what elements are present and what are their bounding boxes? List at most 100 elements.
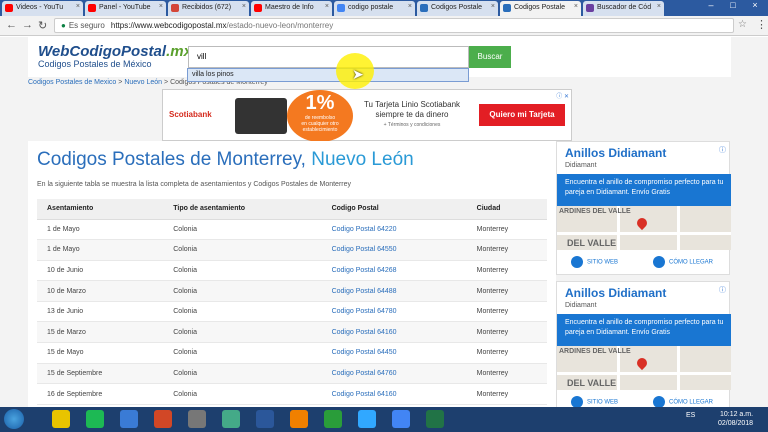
tab-favicon-icon: [586, 4, 594, 12]
browser-tab[interactable]: Codigos Postale ×: [500, 1, 581, 16]
table-row: 10 de Marzo Colonia Codigo Postal 64488 Mon…: [37, 280, 547, 302]
browser-tab[interactable]: Buscador de Cód ×: [583, 1, 664, 16]
globe-icon: [571, 396, 583, 407]
address-bar[interactable]: ● Es seguro https://www.webcodigopostal.mx…: [54, 18, 734, 33]
search-button[interactable]: Buscar: [469, 46, 511, 68]
postal-code-link[interactable]: Codigo Postal 64780: [321, 301, 467, 323]
browser-tab[interactable]: Videos - YouTu ×: [2, 1, 83, 16]
postal-code-link[interactable]: Codigo Postal 64268: [321, 260, 467, 282]
table-header[interactable]: Tipo de asentamiento: [163, 199, 322, 220]
table-cell: 10 de Junio: [37, 260, 164, 282]
table-cell: Colonia: [163, 301, 322, 323]
photoshop-icon[interactable]: [358, 410, 376, 428]
ad-title[interactable]: Anillos Didiamant: [565, 146, 666, 160]
website-button[interactable]: SITIO WEB: [571, 396, 618, 407]
browser-tab[interactable]: Panel - YouTube ×: [85, 1, 166, 16]
table-row: 15 de Mayo Colonia Codigo Postal 64450 Mont…: [37, 342, 547, 364]
menu-icon[interactable]: ⋮: [756, 18, 767, 31]
spotify-icon[interactable]: [86, 410, 104, 428]
tab-label: Panel - YouTube: [99, 4, 151, 11]
language-indicator[interactable]: ES: [686, 412, 695, 419]
clock[interactable]: 10:12 a.m. 02/08/2018: [718, 410, 753, 428]
postal-code-link[interactable]: Codigo Postal 64160: [321, 321, 467, 344]
table-row: 1 de Mayo Colonia Codigo Postal 64550 Monte…: [37, 239, 547, 261]
tab-close-icon[interactable]: ×: [76, 3, 80, 10]
directions-button[interactable]: CÓMO LLEGAR: [653, 256, 713, 268]
reload-icon[interactable]: ↻: [38, 19, 47, 32]
table-cell: Colonia: [163, 383, 322, 405]
postal-codes-table: Asentamiento Tipo de asentamiento Codigo P…: [37, 199, 547, 405]
powerpoint-icon[interactable]: [154, 410, 172, 428]
back-icon[interactable]: ←: [6, 19, 17, 31]
browser-tab[interactable]: Maestro de Info ×: [251, 1, 332, 16]
excel-icon[interactable]: [426, 410, 444, 428]
sidebar-ad[interactable]: Anillos Didiamant Didiamant ⓘ Encuentra el …: [556, 141, 731, 275]
taskbar: ES 10:12 a.m. 02/08/2018: [0, 407, 768, 432]
tab-favicon-icon: [503, 4, 511, 12]
banner-ad[interactable]: Scotiabank 1% de reembolso en cualquier …: [162, 89, 572, 142]
page-title: Codigos Postales de Monterrey, Nuevo Leó…: [37, 149, 414, 170]
map-pin-icon: [634, 355, 650, 371]
tab-close-icon[interactable]: ×: [242, 3, 246, 10]
tab-close-icon[interactable]: ×: [574, 3, 578, 10]
ad-close-icon[interactable]: ⓘ ✕: [556, 91, 569, 100]
browser-tab[interactable]: codigo postale ×: [334, 1, 415, 16]
word-icon[interactable]: [256, 410, 274, 428]
map-thumbnail[interactable]: ARDINES DEL VALLE DEL VALLE: [557, 206, 731, 250]
browser-tab[interactable]: Recibidos (672) ×: [168, 1, 249, 16]
breadcrumb-item-nuevo-leon[interactable]: Nuevo León: [124, 79, 162, 86]
table-cell: 1 de Mayo: [37, 239, 164, 261]
table-row: 15 de Marzo Colonia Codigo Postal 64160 Mon…: [37, 321, 547, 344]
app2-icon[interactable]: [222, 410, 240, 428]
table-cell: Colonia: [163, 321, 322, 344]
ad-body[interactable]: Encuentra el anillo de compromiso perfec…: [557, 314, 731, 346]
forward-icon[interactable]: →: [22, 19, 33, 31]
maximize-icon[interactable]: □: [722, 0, 744, 10]
tab-favicon-icon: [88, 4, 96, 12]
table-cell: Monterrey: [466, 301, 547, 323]
tab-close-icon[interactable]: ×: [159, 3, 163, 10]
search-input[interactable]: vill: [188, 46, 469, 68]
tab-close-icon[interactable]: ×: [408, 3, 412, 10]
search-suggestion[interactable]: villa los pinos: [187, 68, 469, 82]
tab-close-icon[interactable]: ×: [325, 3, 329, 10]
minimize-icon[interactable]: –: [700, 0, 722, 10]
table-header[interactable]: Asentamiento: [37, 199, 164, 220]
sidebar-ad[interactable]: Anillos Didiamant Didiamant ⓘ Encuentra el …: [556, 281, 731, 407]
table-cell: 15 de Mayo: [37, 342, 164, 364]
vlc-icon[interactable]: [290, 410, 308, 428]
postal-code-link[interactable]: Codigo Postal 64220: [321, 219, 467, 241]
paint-icon[interactable]: [52, 410, 70, 428]
ad-info-icon[interactable]: ⓘ: [719, 145, 726, 155]
tab-close-icon[interactable]: ×: [657, 3, 661, 10]
start-button[interactable]: [4, 409, 24, 429]
app-icon[interactable]: [120, 410, 138, 428]
table-cell: Monterrey: [466, 383, 547, 405]
camtasia-icon[interactable]: [324, 410, 342, 428]
site-logo[interactable]: WebCodigoPostal.mx: [38, 43, 192, 60]
table-header[interactable]: Ciudad: [466, 199, 547, 220]
chrome-icon[interactable]: [392, 410, 410, 428]
tab-close-icon[interactable]: ×: [491, 3, 495, 10]
postal-code-link[interactable]: Codigo Postal 64160: [321, 383, 467, 405]
close-window-icon[interactable]: ×: [744, 0, 766, 10]
ad-info-icon[interactable]: ⓘ: [719, 285, 726, 295]
website-button[interactable]: SITIO WEB: [571, 256, 618, 268]
postal-code-link[interactable]: Codigo Postal 64488: [321, 280, 467, 302]
table-header[interactable]: Codigo Postal: [321, 199, 467, 220]
postal-code-link[interactable]: Codigo Postal 64550: [321, 239, 467, 261]
directions-icon: [653, 256, 665, 268]
breadcrumb-item-mexico[interactable]: Codigos Postales de Mexico: [28, 79, 116, 86]
ad-subtitle: Didiamant: [565, 162, 597, 169]
directions-button[interactable]: CÓMO LLEGAR: [653, 396, 713, 407]
ad-title[interactable]: Anillos Didiamant: [565, 286, 666, 300]
map-thumbnail[interactable]: ARDINES DEL VALLE DEL VALLE: [557, 346, 731, 390]
pictures-icon[interactable]: [188, 410, 206, 428]
ad-body[interactable]: Encuentra el anillo de compromiso perfec…: [557, 174, 731, 206]
browser-tab[interactable]: Codigos Postale ×: [417, 1, 498, 16]
table-cell: 15 de Marzo: [37, 321, 164, 344]
postal-code-link[interactable]: Codigo Postal 64450: [321, 342, 467, 364]
bookmark-star-icon[interactable]: ☆: [738, 19, 747, 30]
ad-cta-button[interactable]: Quiero mi Tarjeta: [479, 104, 565, 126]
postal-code-link[interactable]: Codigo Postal 64760: [321, 363, 467, 385]
